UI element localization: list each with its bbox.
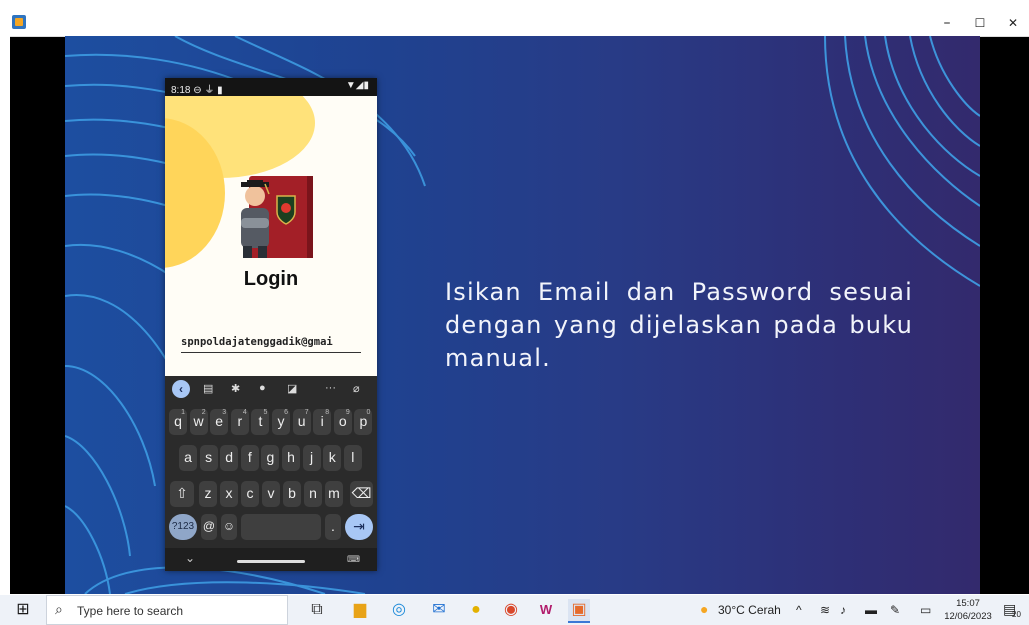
palette-icon[interactable]: ● <box>259 382 266 394</box>
key-w[interactable]: w2 <box>189 409 208 435</box>
search-placeholder: Type here to search <box>77 604 184 618</box>
windows-taskbar: ⊞ ⌕ Type here to search ⧉ ▆ ◎ ✉ ● ◉ W ▣ … <box>0 595 1029 625</box>
notification-count: 20 <box>1012 610 1021 619</box>
title-bar: – ☐ ✕ <box>10 10 1029 37</box>
key-o[interactable]: o9 <box>333 409 352 435</box>
key-n[interactable]: n <box>304 481 322 507</box>
login-title: Login <box>243 268 299 290</box>
key-f[interactable]: f <box>240 445 259 471</box>
key-h[interactable]: h <box>282 445 300 471</box>
backspace-key[interactable]: ⌫ <box>350 481 373 507</box>
keyboard-icon[interactable]: ⌨ <box>347 554 360 565</box>
presentation-slide: Isikan Email dan Password sesuai dengan … <box>65 36 980 594</box>
phone-status-bar: 8:18 ⊖ ⏚ ▮ ▼◢▮ <box>165 78 377 96</box>
settings-icon[interactable]: ✱ <box>231 382 240 395</box>
app-yellow-icon[interactable]: ● <box>465 599 487 621</box>
key-k[interactable]: k <box>323 445 342 471</box>
phone-screen: 8:18 ⊖ ⏚ ▮ ▼◢▮ Login spnpoldajatenggadik… <box>165 78 377 571</box>
chevron-left-icon[interactable]: ‹ <box>172 380 190 398</box>
signal-battery-icon: ▼◢▮ <box>345 80 369 91</box>
minimize-button[interactable]: – <box>932 13 962 33</box>
file-explorer-icon[interactable]: ▆ <box>349 599 371 621</box>
police-student-book-illustration <box>241 176 313 258</box>
key-j[interactable]: j <box>302 445 321 471</box>
key-q[interactable]: q1 <box>169 409 187 435</box>
chevron-up-icon[interactable]: ^ <box>796 603 802 617</box>
dot-key[interactable]: . <box>325 514 341 540</box>
key-e[interactable]: e3 <box>210 409 229 435</box>
next-key[interactable]: ⇥ <box>345 514 373 540</box>
key-z[interactable]: z <box>199 481 217 507</box>
task-view-icon[interactable]: ⧉ <box>306 599 328 621</box>
mic-off-icon[interactable]: ⌀ <box>353 382 360 395</box>
key-x[interactable]: x <box>220 481 238 507</box>
network-icon[interactable]: ≋ <box>820 603 830 617</box>
key-d[interactable]: d <box>220 445 239 471</box>
key-a[interactable]: a <box>179 445 197 471</box>
key-p[interactable]: p0 <box>354 409 373 435</box>
edge-browser-icon[interactable]: ◎ <box>388 599 410 621</box>
key-g[interactable]: g <box>261 445 280 471</box>
space-key[interactable] <box>241 514 321 540</box>
maximize-button[interactable]: ☐ <box>965 13 995 33</box>
at-key[interactable]: @ <box>201 514 217 540</box>
key-y[interactable]: y6 <box>272 409 290 435</box>
weather-icon: ● <box>700 601 709 617</box>
key-v[interactable]: v <box>262 481 280 507</box>
key-m[interactable]: m <box>325 481 343 507</box>
key-r[interactable]: r4 <box>230 409 249 435</box>
clock[interactable]: 15:07 12/06/2023 <box>944 597 992 623</box>
windows-start-icon[interactable]: ⊞ <box>12 599 34 621</box>
wps-icon[interactable]: W <box>535 599 557 621</box>
key-b[interactable]: b <box>283 481 301 507</box>
clock-date: 12/06/2023 <box>944 611 992 622</box>
clipboard-icon[interactable]: ▤ <box>203 382 213 395</box>
onscreen-keyboard: ‹ ▤ ✱ ● ◪ ··· ⌀ q1w2e3r4t5y6u7i8o9p0 asd… <box>165 376 377 571</box>
keyboard-layout-icon[interactable]: ▭ <box>920 603 931 617</box>
home-handle[interactable] <box>237 560 305 563</box>
symbols-key[interactable]: ?123 <box>169 514 197 540</box>
close-button[interactable]: ✕ <box>998 13 1028 33</box>
chevron-down-icon[interactable]: ⌄ <box>185 551 195 565</box>
email-field[interactable] <box>181 332 361 353</box>
slide-instruction-text: Isikan Email dan Password sesuai dengan … <box>445 278 913 372</box>
phone-time: 8:18 ⊖ ⏚ ▮ <box>171 85 223 96</box>
shift-key[interactable]: ⇧ <box>170 481 194 507</box>
search-icon: ⌕ <box>55 601 63 617</box>
phone-nav-bar: ⌄ ⌨ <box>165 548 377 571</box>
app-window: – ☐ ✕ Isikan Email dan Password sesuai d… <box>10 10 1029 594</box>
key-s[interactable]: s <box>199 445 218 471</box>
emoji-key[interactable]: ☺ <box>221 514 237 540</box>
key-t[interactable]: t5 <box>251 409 270 435</box>
mail-icon[interactable]: ✉ <box>428 599 450 621</box>
key-i[interactable]: i8 <box>313 409 332 435</box>
chrome-icon[interactable]: ◉ <box>500 599 522 621</box>
clock-time: 15:07 <box>956 598 980 609</box>
key-c[interactable]: c <box>241 481 259 507</box>
key-u[interactable]: u7 <box>292 409 311 435</box>
keyboard-toolbar: ‹ ▤ ✱ ● ◪ ··· ⌀ <box>165 376 377 403</box>
pen-icon[interactable]: ✎ <box>890 603 900 617</box>
battery-icon[interactable]: ▬ <box>865 603 877 617</box>
more-icon[interactable]: ··· <box>325 382 336 394</box>
resize-icon[interactable]: ◪ <box>287 382 297 395</box>
weather-text[interactable]: 30°C Cerah <box>718 603 781 617</box>
key-l[interactable]: l <box>343 445 362 471</box>
active-app-icon[interactable]: ▣ <box>568 599 590 623</box>
volume-icon[interactable]: ♪ <box>840 603 846 617</box>
taskbar-search-box[interactable]: ⌕ Type here to search <box>46 595 288 625</box>
app-icon <box>12 15 26 29</box>
